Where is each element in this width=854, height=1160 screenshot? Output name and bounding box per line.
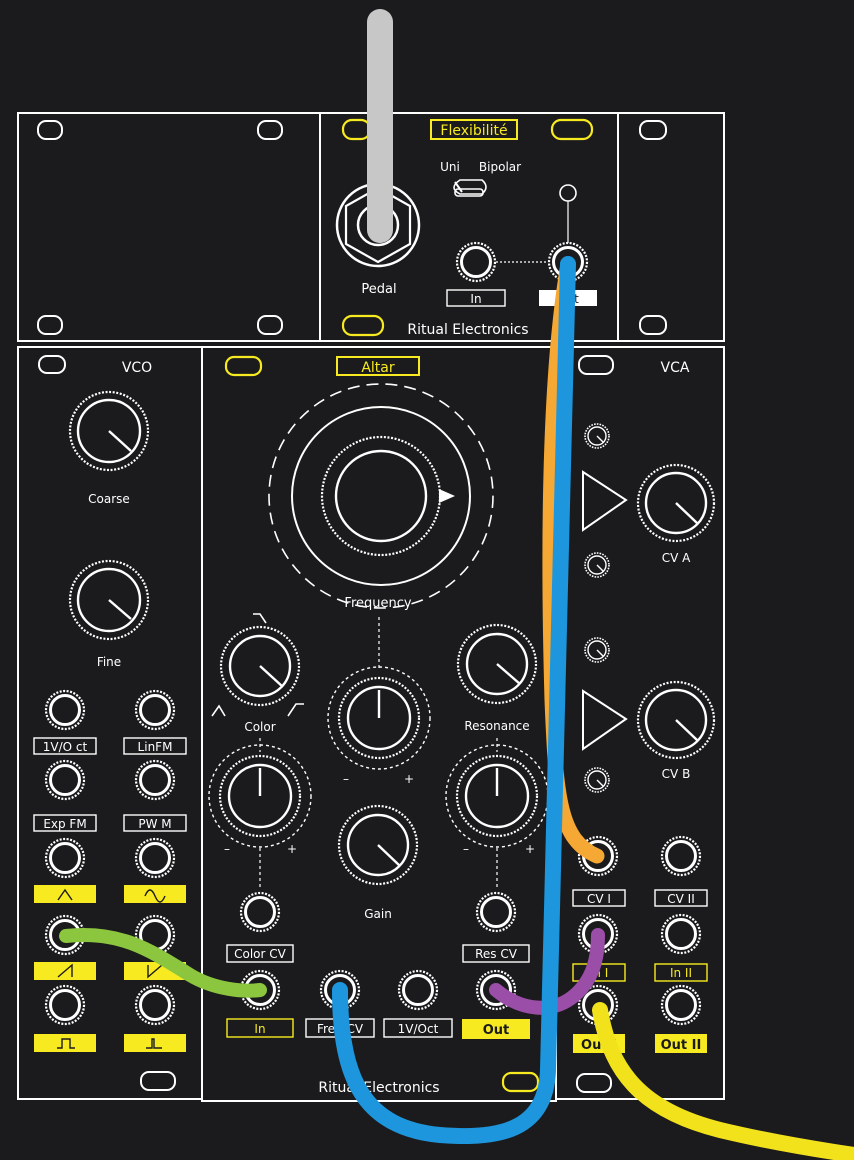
pedal-label: Pedal xyxy=(361,282,396,297)
plus-label: + xyxy=(525,842,535,856)
out2-label: Out II xyxy=(661,1038,702,1053)
in-label: In xyxy=(254,1022,265,1036)
plus-label: + xyxy=(287,842,297,856)
minus-label: – xyxy=(224,842,230,856)
out-label: Out xyxy=(483,1023,510,1038)
plus-label: + xyxy=(404,772,414,786)
cva-label: CV A xyxy=(662,551,691,565)
voct-label: 1V/Oct xyxy=(398,1022,439,1036)
blank-panel-left xyxy=(17,112,321,342)
label-linfm: LinFM xyxy=(138,740,173,754)
gain-label: Gain xyxy=(364,907,392,921)
module-title: VCA xyxy=(661,360,690,376)
label-1voct: 1V/O ct xyxy=(43,740,88,754)
label-expfm: Exp FM xyxy=(43,817,86,831)
coarse-label: Coarse xyxy=(88,492,130,506)
res-cv-label: Res CV xyxy=(475,947,518,961)
brand-label: Ritual Electronics xyxy=(318,1080,439,1096)
minus-label: – xyxy=(463,842,469,856)
blank-panel-right xyxy=(617,112,725,342)
cv2-label: CV II xyxy=(667,892,694,906)
vco-module: VCO Coarse Fine 1V/O ct LinFM Exp FM PW … xyxy=(17,346,203,1100)
cv1-label: CV I xyxy=(587,892,611,906)
switch-label-uni: Uni xyxy=(440,160,460,174)
color-label: Color xyxy=(244,720,275,734)
flex-in-label: In xyxy=(470,292,481,306)
minus-label: – xyxy=(343,772,349,786)
module-title: VCO xyxy=(122,360,152,376)
cvb-label: CV B xyxy=(662,767,691,781)
module-title: Flexibilité xyxy=(440,123,507,139)
switch-label-bipolar: Bipolar xyxy=(479,160,521,174)
module-title: Altar xyxy=(361,360,395,376)
fine-label: Fine xyxy=(97,655,121,669)
in2-label: In II xyxy=(670,966,692,980)
resonance-label: Resonance xyxy=(464,719,529,733)
color-cv-label: Color CV xyxy=(234,947,287,961)
label-pwm: PW M xyxy=(138,817,171,831)
frequency-label: Frequency xyxy=(344,596,411,611)
rack-canvas: Flexibilité Uni Bipolar Pedal In Out Rit… xyxy=(17,9,854,1160)
brand-label: Ritual Electronics xyxy=(407,322,528,338)
